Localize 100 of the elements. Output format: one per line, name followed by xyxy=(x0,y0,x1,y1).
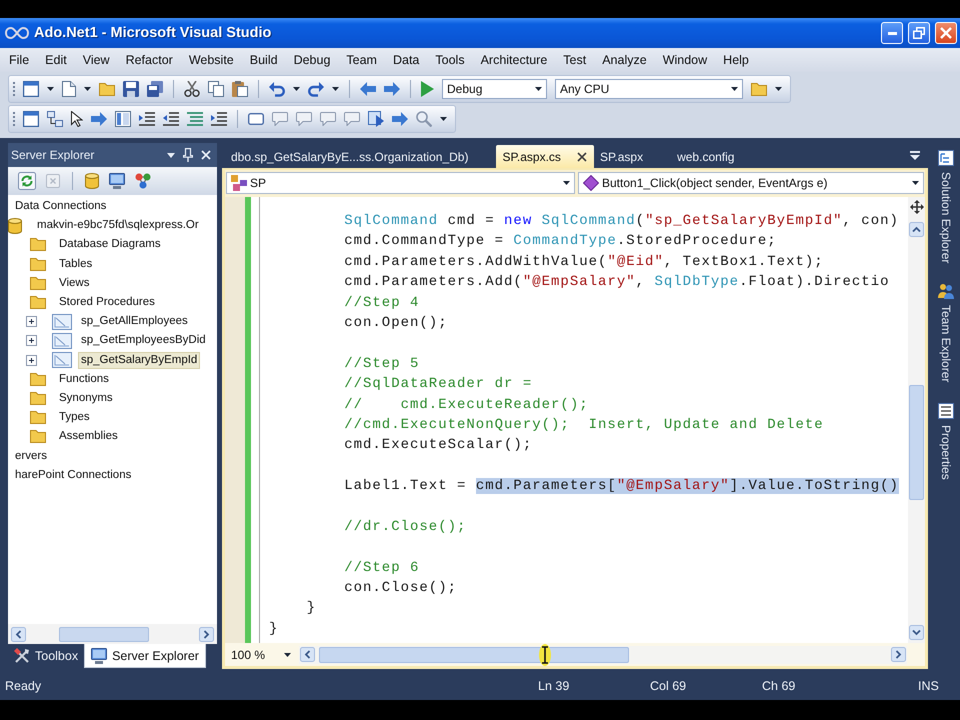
close-button[interactable] xyxy=(935,22,957,44)
panel-tab[interactable]: Toolbox xyxy=(8,644,84,668)
plus-box-icon[interactable] xyxy=(26,316,37,328)
tree-item[interactable]: sp_GetAllEmployees xyxy=(78,313,191,330)
connector-icon[interactable] xyxy=(47,111,63,127)
zoom-dropdown[interactable]: 100 % xyxy=(227,645,295,664)
menu-item[interactable]: Analyze xyxy=(594,53,655,67)
menu-item[interactable]: Refactor xyxy=(118,53,181,67)
menu-item[interactable]: File xyxy=(1,53,38,67)
speech-bubble-icon[interactable] xyxy=(320,112,336,126)
copy-icon[interactable] xyxy=(208,81,224,97)
configuration-dropdown[interactable]: Debug xyxy=(442,79,547,99)
tree-item[interactable]: Assemblies xyxy=(56,428,121,446)
columns-icon[interactable] xyxy=(115,111,131,127)
caret-icon[interactable] xyxy=(440,117,447,121)
window-icon[interactable] xyxy=(23,111,39,127)
panel-tab[interactable]: Server Explorer xyxy=(84,644,206,668)
side-tab[interactable]: Team Explorer xyxy=(938,280,954,386)
clipboard-icon[interactable] xyxy=(232,81,248,97)
redo-icon[interactable] xyxy=(308,81,324,97)
tree-item[interactable]: Synonyms xyxy=(56,390,116,407)
menu-item[interactable]: Team xyxy=(338,53,385,67)
restore-button[interactable] xyxy=(908,22,930,44)
tree-item[interactable]: sp_GetSalaryByEmpId xyxy=(78,352,200,369)
folder-icon[interactable] xyxy=(751,82,767,96)
menu-item[interactable]: Tools xyxy=(427,53,473,67)
menu-item[interactable]: Edit xyxy=(37,53,75,67)
minimize-button[interactable] xyxy=(881,22,903,44)
save-all-icon[interactable] xyxy=(147,81,163,97)
folder-icon[interactable] xyxy=(99,82,115,96)
undo-icon[interactable] xyxy=(269,81,285,97)
plus-box-icon[interactable] xyxy=(26,335,37,346)
rectangle-icon[interactable] xyxy=(248,113,264,125)
scroll-thumb[interactable] xyxy=(909,385,924,500)
speech-bubble-icon[interactable] xyxy=(344,112,360,126)
lines-icon[interactable] xyxy=(187,112,203,126)
menu-item[interactable]: Build xyxy=(242,53,286,67)
menu-item[interactable]: Debug xyxy=(286,53,338,67)
caret-icon[interactable] xyxy=(167,152,175,158)
move-arrows-icon[interactable] xyxy=(910,200,924,214)
document-tab[interactable]: dbo.sp_GetSalaryByE...ss.Organization_Db) xyxy=(225,145,496,168)
type-dropdown[interactable]: SP xyxy=(226,172,575,194)
platform-dropdown[interactable]: Any CPU xyxy=(555,79,743,99)
chevron-right-icon[interactable] xyxy=(891,647,906,662)
arrow-right-icon[interactable] xyxy=(384,82,400,96)
page-icon[interactable] xyxy=(62,81,76,97)
speech-bubble-icon[interactable] xyxy=(296,112,312,126)
database-icon[interactable] xyxy=(85,173,99,189)
chevron-left-icon[interactable] xyxy=(11,626,26,642)
side-tab[interactable]: Properties xyxy=(938,400,954,482)
arrow-right-icon[interactable] xyxy=(91,112,107,126)
arrow-right-icon[interactable] xyxy=(392,112,408,126)
tree-item[interactable]: Stored Procedures xyxy=(56,294,158,312)
tree-item[interactable]: Data Connections xyxy=(12,198,110,216)
tree-item[interactable]: harePoint Connections xyxy=(12,466,134,484)
refresh-icon[interactable] xyxy=(18,172,36,190)
pointer-icon[interactable] xyxy=(71,111,83,127)
indent-icon[interactable] xyxy=(211,112,227,126)
menu-item[interactable]: Window xyxy=(654,53,716,67)
menu-item[interactable]: View xyxy=(74,53,118,67)
caret-icon[interactable] xyxy=(84,87,91,91)
window-icon[interactable] xyxy=(23,81,39,97)
caret-icon[interactable] xyxy=(775,87,782,91)
chevron-up-icon[interactable] xyxy=(909,222,924,237)
arrow-left-icon[interactable] xyxy=(360,82,376,96)
tree-item[interactable]: Types xyxy=(56,409,93,426)
scissors-icon[interactable] xyxy=(184,81,200,97)
menu-item[interactable]: Help xyxy=(715,53,757,67)
menu-item[interactable]: Website xyxy=(180,53,242,67)
outdent-icon[interactable] xyxy=(163,112,179,126)
caret-icon[interactable] xyxy=(293,87,300,91)
menu-caret-icon[interactable] xyxy=(910,151,920,160)
document-tab[interactable]: web.config xyxy=(671,145,762,168)
play-icon[interactable] xyxy=(421,81,434,97)
document-tab[interactable]: SP.aspx.cs xyxy=(496,145,594,168)
indent-icon[interactable] xyxy=(139,112,155,126)
tree-item[interactable]: Database Diagrams xyxy=(56,236,164,254)
tree-item[interactable]: makvin-e9bc75fd\sqlexpress.Or xyxy=(34,217,202,234)
document-tab[interactable]: SP.aspx xyxy=(594,145,672,168)
tree-item[interactable]: sp_GetEmployeesByDid xyxy=(78,332,209,350)
member-dropdown[interactable]: Button1_Click(object sender, EventArgs e) xyxy=(578,172,924,194)
menu-item[interactable]: Data xyxy=(384,53,428,67)
caret-icon[interactable] xyxy=(332,87,339,91)
menu-item[interactable]: Architecture xyxy=(472,53,556,67)
horizontal-scrollbar[interactable] xyxy=(299,646,907,664)
tree-item[interactable]: Tables xyxy=(56,256,96,273)
chevron-down-icon[interactable] xyxy=(909,625,924,640)
tree-item[interactable]: ervers xyxy=(12,448,50,465)
speech-bubble-icon[interactable] xyxy=(272,112,288,126)
search-icon[interactable] xyxy=(416,111,432,127)
close-icon[interactable] xyxy=(576,152,587,162)
scroll-thumb[interactable] xyxy=(59,626,149,642)
vertical-scrollbar[interactable] xyxy=(908,197,925,643)
tree-item[interactable]: Views xyxy=(56,274,92,292)
computer-icon[interactable] xyxy=(109,173,125,189)
caret-icon[interactable] xyxy=(47,87,54,91)
menu-item[interactable]: Test xyxy=(555,53,594,67)
chevron-left-icon[interactable] xyxy=(300,647,315,662)
side-tab[interactable]: Solution Explorer xyxy=(938,147,954,266)
pin-icon[interactable] xyxy=(183,148,193,162)
